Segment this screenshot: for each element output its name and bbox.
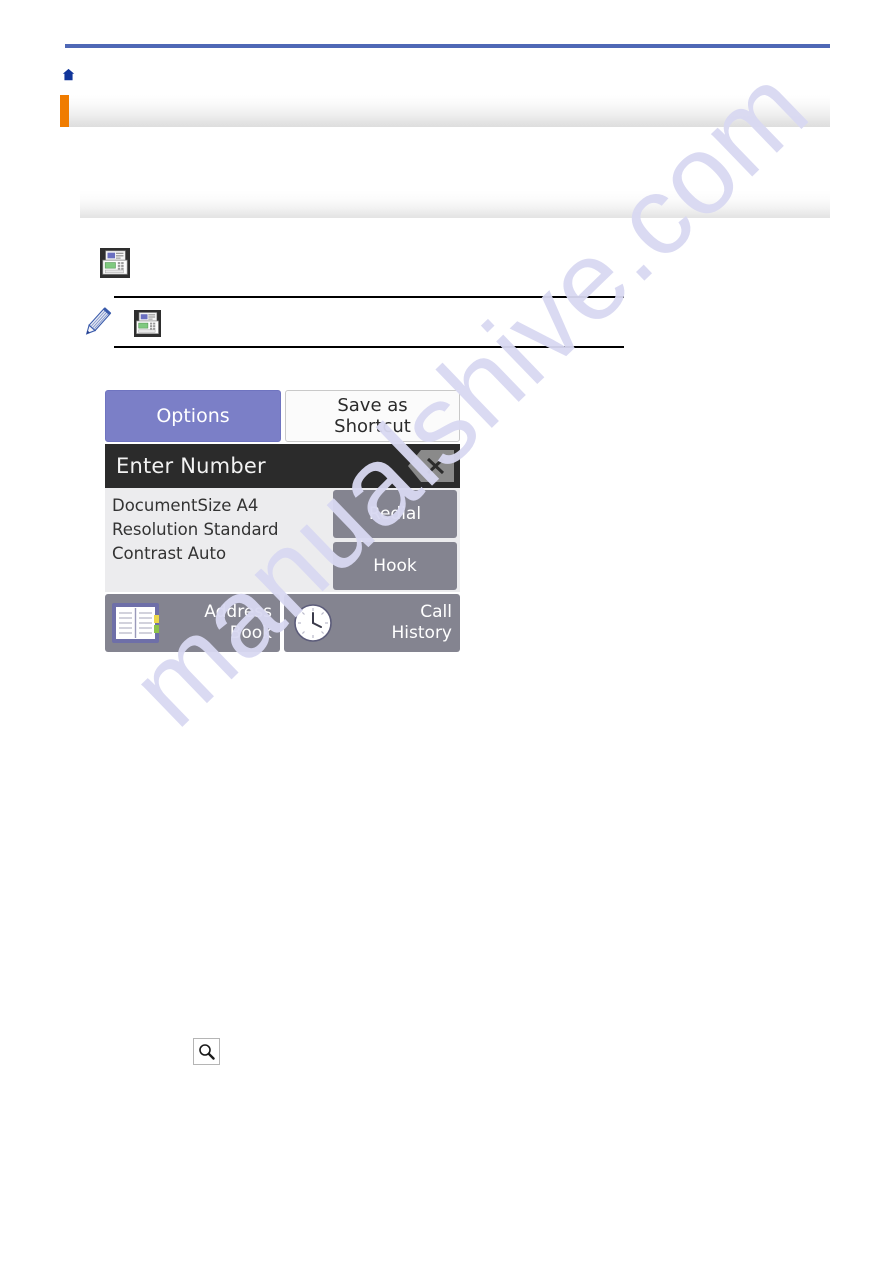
- search-icon[interactable]: [193, 1038, 220, 1065]
- options-label: Options: [156, 405, 230, 427]
- lcd-top-row: Options Save as Shortcut: [105, 388, 460, 444]
- note-top-rule: [114, 296, 624, 298]
- lcd-bottom-row: Address Book Call History: [105, 594, 460, 656]
- redial-button[interactable]: Redial: [333, 490, 457, 538]
- number-placeholder: Enter Number: [116, 454, 266, 478]
- call-history-line2: History: [391, 623, 452, 643]
- address-book-icon: [112, 603, 159, 643]
- address-book-line1: Address: [204, 602, 272, 622]
- lcd-screenshot: Options Save as Shortcut Enter Number Do…: [105, 388, 460, 658]
- address-book-label: Address Book: [159, 602, 280, 644]
- backspace-icon[interactable]: [407, 449, 455, 483]
- subheading-gradient: [80, 190, 830, 218]
- call-history-button[interactable]: Call History: [284, 594, 460, 652]
- options-button[interactable]: Options: [105, 390, 281, 442]
- fax-machine-icon: [100, 248, 130, 278]
- setting-document-size: DocumentSize A4: [112, 496, 259, 515]
- fax-settings-summary: DocumentSize A4 Resolution Standard Cont…: [112, 494, 322, 566]
- top-divider: [65, 44, 830, 48]
- note-bottom-rule: [114, 346, 624, 348]
- setting-resolution: Resolution Standard: [112, 520, 279, 539]
- save-as-shortcut-button[interactable]: Save as Shortcut: [285, 390, 460, 442]
- redial-label: Redial: [368, 504, 422, 524]
- shortcut-label-line1: Save as: [337, 395, 408, 416]
- call-history-line1: Call: [420, 602, 452, 622]
- breadcrumb[interactable]: [62, 62, 830, 86]
- setting-contrast: Contrast Auto: [112, 544, 227, 563]
- call-history-label: Call History: [333, 602, 460, 644]
- address-book-button[interactable]: Address Book: [105, 594, 280, 652]
- shortcut-label-line2: Shortcut: [334, 416, 411, 437]
- hook-button[interactable]: Hook: [333, 542, 457, 590]
- lcd-settings-area: DocumentSize A4 Resolution Standard Cont…: [105, 488, 460, 592]
- note-callout: [78, 296, 624, 348]
- heading-gradient: [69, 95, 830, 127]
- heading-accent-mark: [60, 95, 69, 127]
- clock-icon: [293, 603, 333, 643]
- home-icon[interactable]: [62, 68, 75, 81]
- fax-number-input[interactable]: Enter Number: [105, 444, 460, 488]
- section-title-bar: [80, 190, 830, 218]
- search-row: [193, 1038, 229, 1065]
- note-body: [126, 306, 616, 340]
- fax-machine-icon: [134, 309, 161, 337]
- manual-page: Options Save as Shortcut Enter Number Do…: [0, 0, 893, 1263]
- page-title-bar: [60, 95, 830, 127]
- hook-label: Hook: [373, 556, 417, 576]
- address-book-line2: Book: [229, 623, 272, 643]
- step-row: [100, 248, 800, 278]
- pencil-icon: [78, 304, 114, 340]
